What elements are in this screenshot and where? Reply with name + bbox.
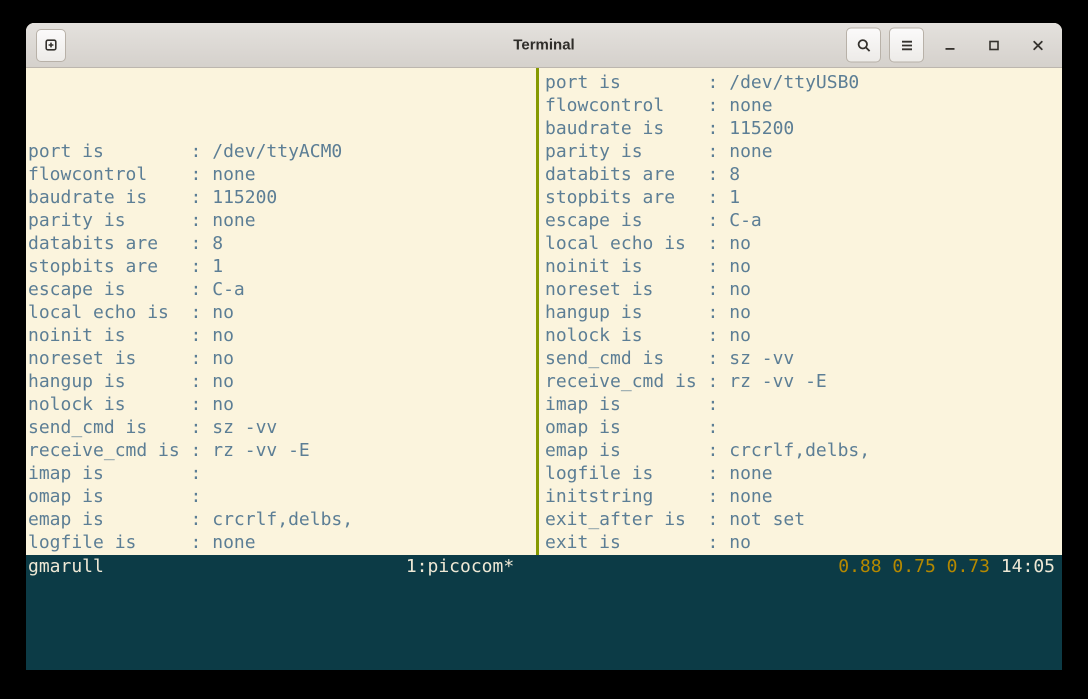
terminal-line: parity is : none xyxy=(545,140,1062,163)
terminal-line: omap is : xyxy=(28,485,536,508)
tmux-panes: port is : /dev/ttyACM0flowcontrol : none… xyxy=(26,68,1062,555)
minimize-button[interactable] xyxy=(932,28,968,63)
terminal-line: noinit is : no xyxy=(545,255,1062,278)
terminal-line: flowcontrol : none xyxy=(28,163,536,186)
terminal-line: emap is : crcrlf,delbs, xyxy=(545,439,1062,462)
titlebar[interactable]: Terminal xyxy=(26,23,1062,68)
terminal-line: receive_cmd is : rz -vv -E xyxy=(28,439,536,462)
terminal-window: Terminal xyxy=(26,23,1062,670)
terminal-line: receive_cmd is : rz -vv -E xyxy=(545,370,1062,393)
terminal-line: stopbits are : 1 xyxy=(28,255,536,278)
terminal-line: omap is : xyxy=(545,416,1062,439)
terminal-line: exit is : no xyxy=(545,531,1062,554)
terminal-line: databits are : 8 xyxy=(28,232,536,255)
terminal-line: logfile is : none xyxy=(28,531,536,554)
clock: 14:05 xyxy=(1001,556,1055,577)
terminal-line: hangup is : no xyxy=(28,370,536,393)
terminal-line: baudrate is : 115200 xyxy=(545,117,1062,140)
terminal-line: escape is : C-a xyxy=(545,209,1062,232)
tab-new-icon xyxy=(43,37,59,53)
terminal-line: port is : /dev/ttyACM0 xyxy=(28,140,536,163)
terminal-line: port is : /dev/ttyUSB0 xyxy=(545,71,1062,94)
window-title: Terminal xyxy=(513,37,574,54)
terminal-line: exit_after is : not set xyxy=(545,508,1062,531)
terminal-line: parity is : none xyxy=(28,209,536,232)
tmux-status-bar: gmarull 1:picocom* 0.88 0.75 0.73 14:05 xyxy=(26,555,1062,670)
terminal-line: send_cmd is : sz -vv xyxy=(545,347,1062,370)
terminal-line: noreset is : no xyxy=(545,278,1062,301)
pane-right-picocom[interactable]: port is : /dev/ttyUSB0flowcontrol : none… xyxy=(539,68,1062,555)
terminal-line: databits are : 8 xyxy=(545,163,1062,186)
terminal-line: nolock is : no xyxy=(545,324,1062,347)
terminal-line: imap is : xyxy=(28,462,536,485)
titlebar-controls xyxy=(846,28,1056,63)
maximize-icon xyxy=(986,37,1002,53)
terminal-line: emap is : crcrlf,delbs, xyxy=(28,508,536,531)
new-tab-button[interactable] xyxy=(36,29,66,62)
terminal-line: send_cmd is : sz -vv xyxy=(28,416,536,439)
hamburger-menu-icon xyxy=(899,37,915,53)
search-button[interactable] xyxy=(846,28,881,63)
pane-left-picocom[interactable]: port is : /dev/ttyACM0flowcontrol : none… xyxy=(26,68,536,555)
terminal-line: stopbits are : 1 xyxy=(545,186,1062,209)
menu-button[interactable] xyxy=(889,28,924,63)
search-icon xyxy=(856,37,872,53)
terminal-line: logfile is : none xyxy=(545,462,1062,485)
terminal-line: hangup is : no xyxy=(545,301,1062,324)
window-list-item[interactable]: 1:picocom* xyxy=(406,555,514,578)
terminal-line: baudrate is : 115200 xyxy=(28,186,536,209)
status-right: 0.88 0.75 0.73 14:05 xyxy=(838,555,1055,578)
terminal-line: imap is : xyxy=(545,393,1062,416)
maximize-button[interactable] xyxy=(976,28,1012,63)
terminal-line: noreset is : no xyxy=(28,347,536,370)
terminal-line: escape is : C-a xyxy=(28,278,536,301)
terminal-line: flowcontrol : none xyxy=(545,94,1062,117)
session-name: gmarull xyxy=(28,555,104,578)
load-average: 0.88 0.75 0.73 xyxy=(838,556,990,577)
close-button[interactable] xyxy=(1020,28,1056,63)
terminal-line: nolock is : no xyxy=(28,393,536,416)
terminal-content: port is : /dev/ttyACM0flowcontrol : none… xyxy=(26,68,1062,670)
minimize-icon xyxy=(942,37,958,53)
terminal-line: initstring : none xyxy=(545,485,1062,508)
terminal-line: noinit is : no xyxy=(28,324,536,347)
close-icon xyxy=(1030,37,1046,53)
terminal-line: local echo is : no xyxy=(545,232,1062,255)
terminal-line: local echo is : no xyxy=(28,301,536,324)
